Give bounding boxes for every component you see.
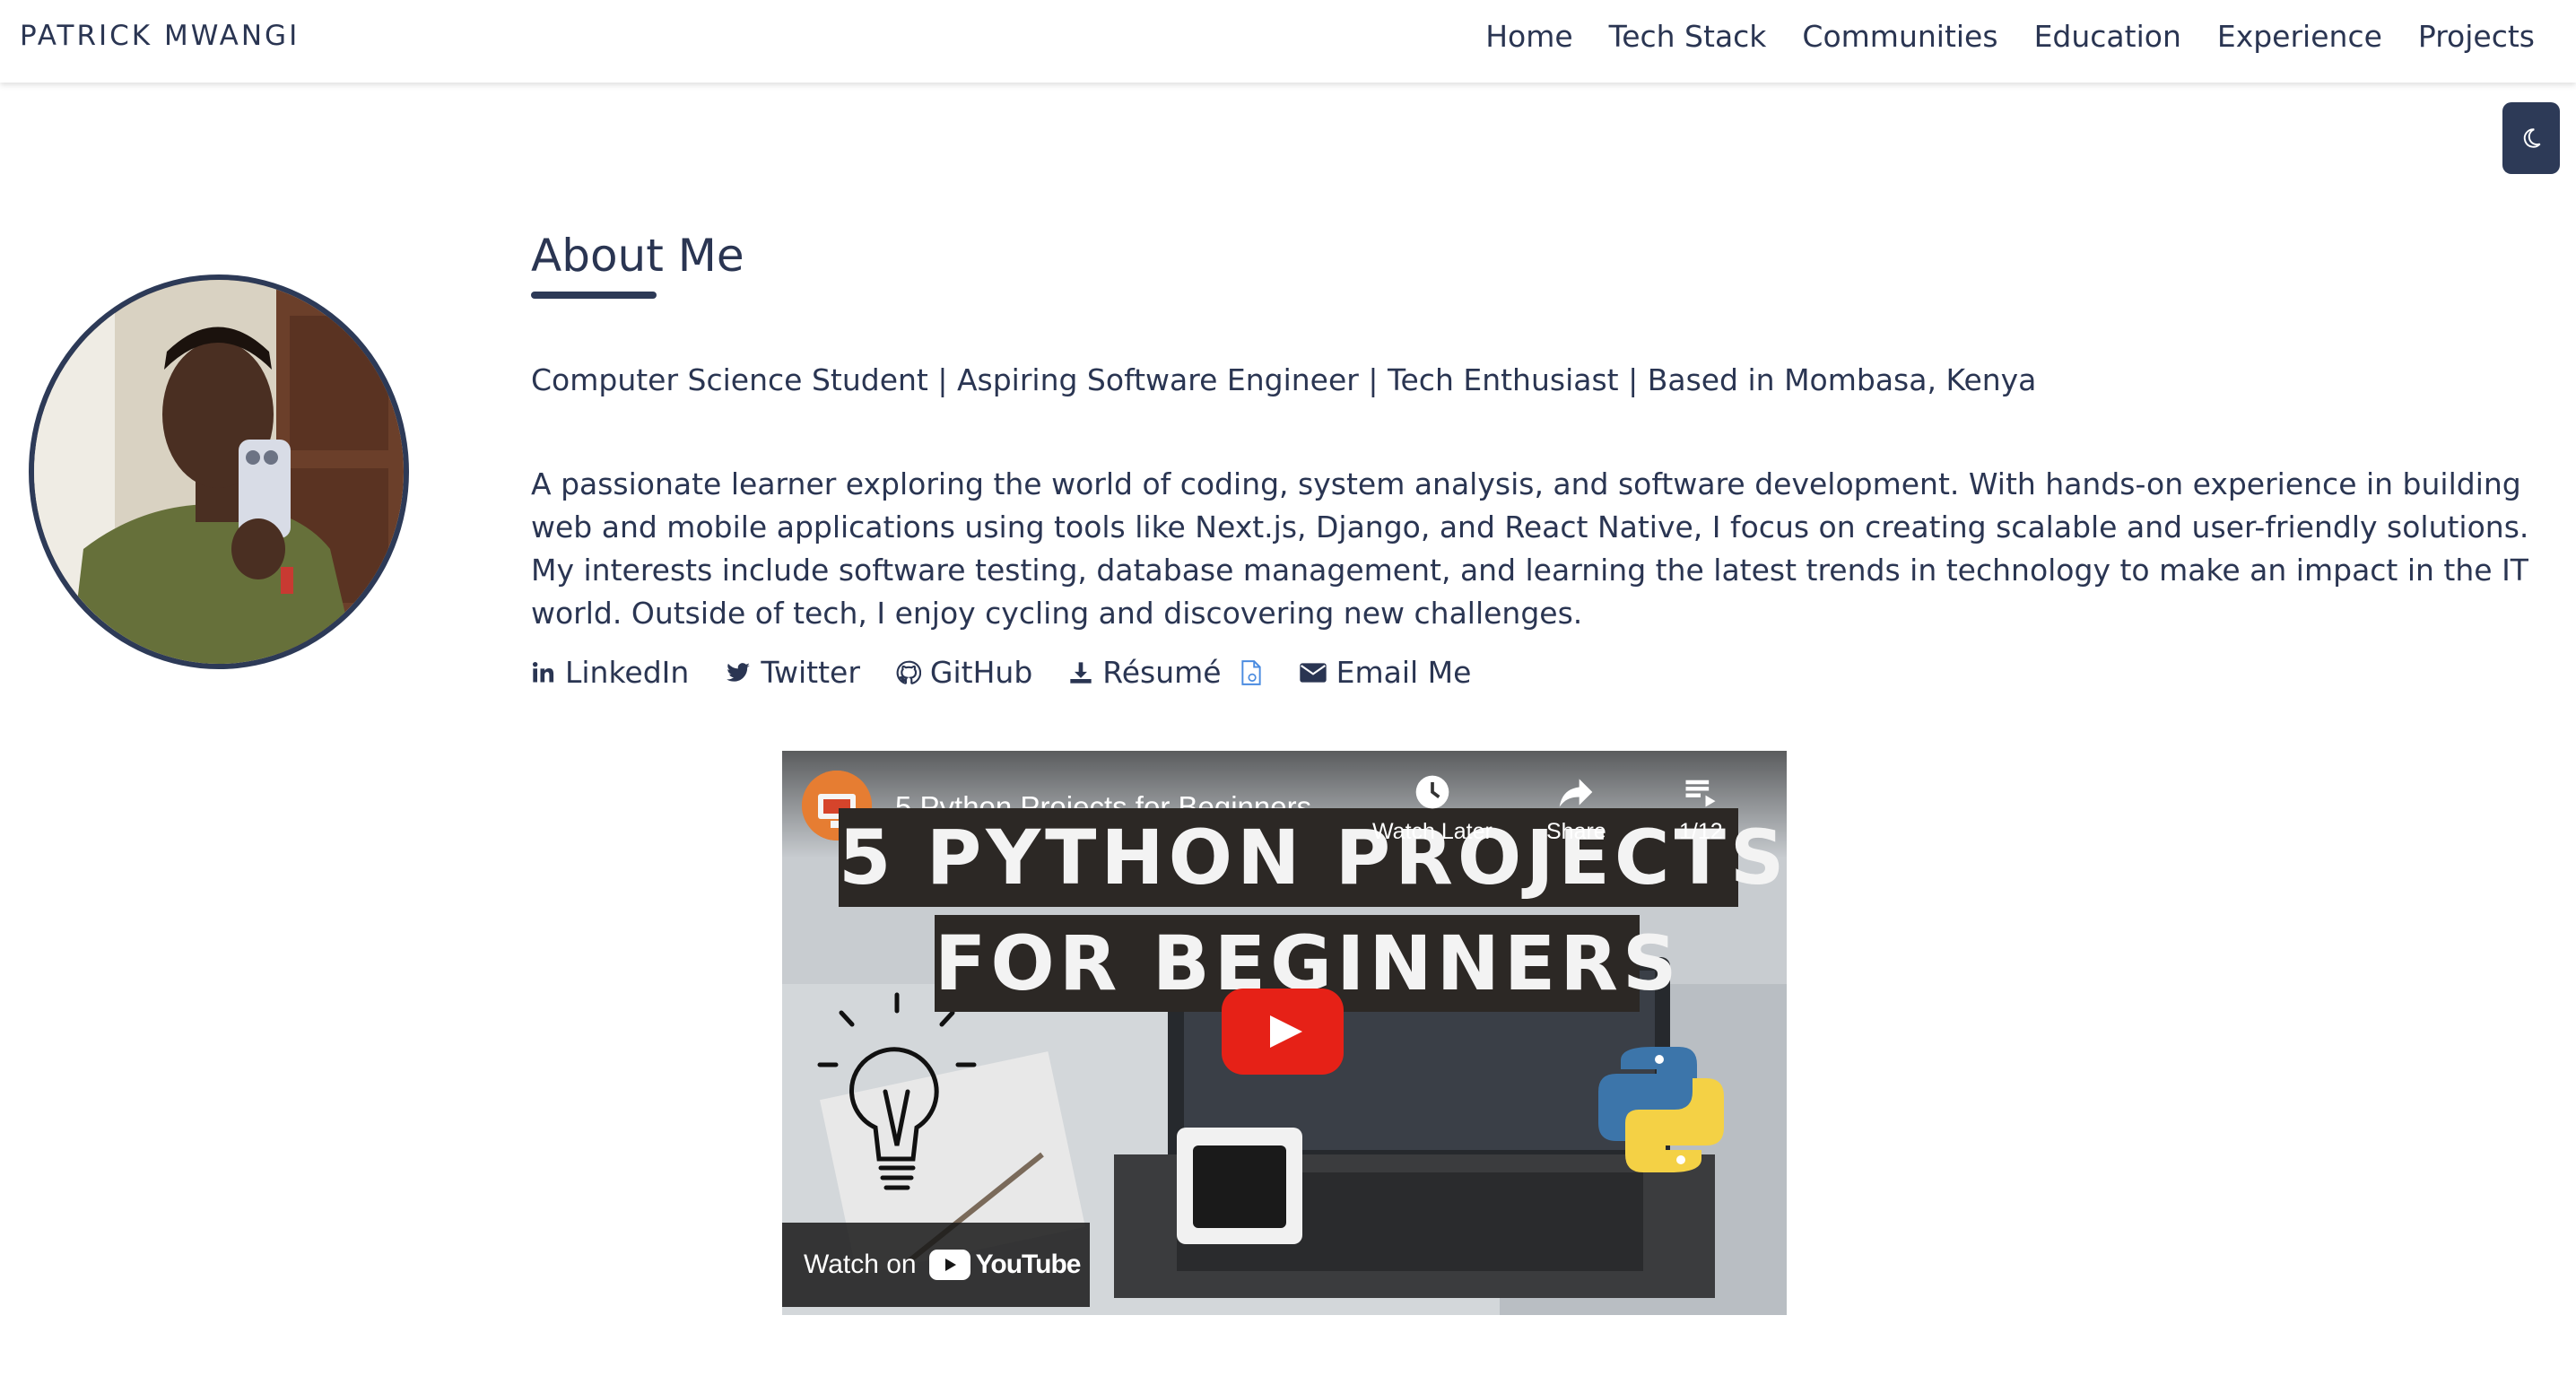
playlist-count: 1/12: [1679, 819, 1723, 844]
moon-icon: [2523, 128, 2541, 148]
site-brand[interactable]: PATRICK MWANGI: [20, 0, 300, 72]
nav-item-projects[interactable]: Projects: [2418, 19, 2535, 54]
navbar: PATRICK MWANGI Home Tech Stack Communiti…: [0, 0, 2576, 83]
watch-on-youtube-button[interactable]: Watch on YouTube: [782, 1223, 1090, 1307]
watch-later-label: Watch Later: [1372, 819, 1493, 844]
linkedin-label: LinkedIn: [565, 655, 690, 690]
envelope-icon: [1299, 662, 1327, 683]
document-icon[interactable]: [1240, 659, 1263, 686]
nav-item-tech-stack[interactable]: Tech Stack: [1609, 19, 1767, 54]
clock-icon: [1415, 775, 1449, 809]
bio-paragraph: A passionate learner exploring the world…: [531, 466, 2529, 631]
nav-item-communities[interactable]: Communities: [1802, 19, 1997, 54]
twitter-link[interactable]: Twitter: [725, 655, 860, 690]
theme-toggle-button[interactable]: [2502, 102, 2560, 174]
linkedin-icon: [532, 661, 554, 682]
github-label: GitHub: [929, 655, 1033, 690]
email-link[interactable]: Email Me: [1299, 655, 1472, 690]
social-links: LinkedIn Twitter GitHub Résumé Email Me: [531, 655, 1471, 690]
nav-item-experience[interactable]: Experience: [2217, 19, 2382, 54]
tagline: Computer Science Student | Aspiring Soft…: [531, 362, 2037, 397]
github-icon: [896, 660, 921, 684]
watch-on-label: Watch on: [804, 1250, 917, 1279]
profile-avatar: [29, 274, 409, 669]
share-label: Share: [1546, 819, 1606, 844]
watch-later-button[interactable]: Watch Later: [1372, 772, 1493, 845]
linkedin-link[interactable]: LinkedIn: [531, 655, 689, 690]
twitter-label: Twitter: [761, 655, 860, 690]
section-title: About Me: [531, 230, 744, 282]
title-underline: [531, 292, 657, 299]
main-nav: Home Tech Stack Communities Education Ex…: [1485, 0, 2535, 72]
nav-item-home[interactable]: Home: [1485, 19, 1572, 54]
playlist-button[interactable]: 1/12: [1679, 772, 1723, 845]
youtube-logo-icon: [928, 1250, 970, 1280]
github-link[interactable]: GitHub: [896, 655, 1032, 690]
download-icon: [1070, 661, 1092, 684]
share-icon: [1560, 779, 1593, 807]
play-button[interactable]: [1222, 989, 1344, 1075]
youtube-embed[interactable]: 5 Python Projects for Beginners 5 PYTHON…: [782, 751, 1787, 1315]
youtube-wordmark: YouTube: [975, 1250, 1082, 1279]
twitter-icon: [727, 662, 751, 682]
email-label: Email Me: [1336, 655, 1472, 690]
resume-link[interactable]: Résumé: [1068, 655, 1262, 690]
nav-item-education[interactable]: Education: [2034, 19, 2181, 54]
resume-label: Résumé: [1102, 655, 1222, 690]
playlist-icon: [1685, 780, 1716, 807]
share-button[interactable]: Share: [1546, 772, 1606, 845]
